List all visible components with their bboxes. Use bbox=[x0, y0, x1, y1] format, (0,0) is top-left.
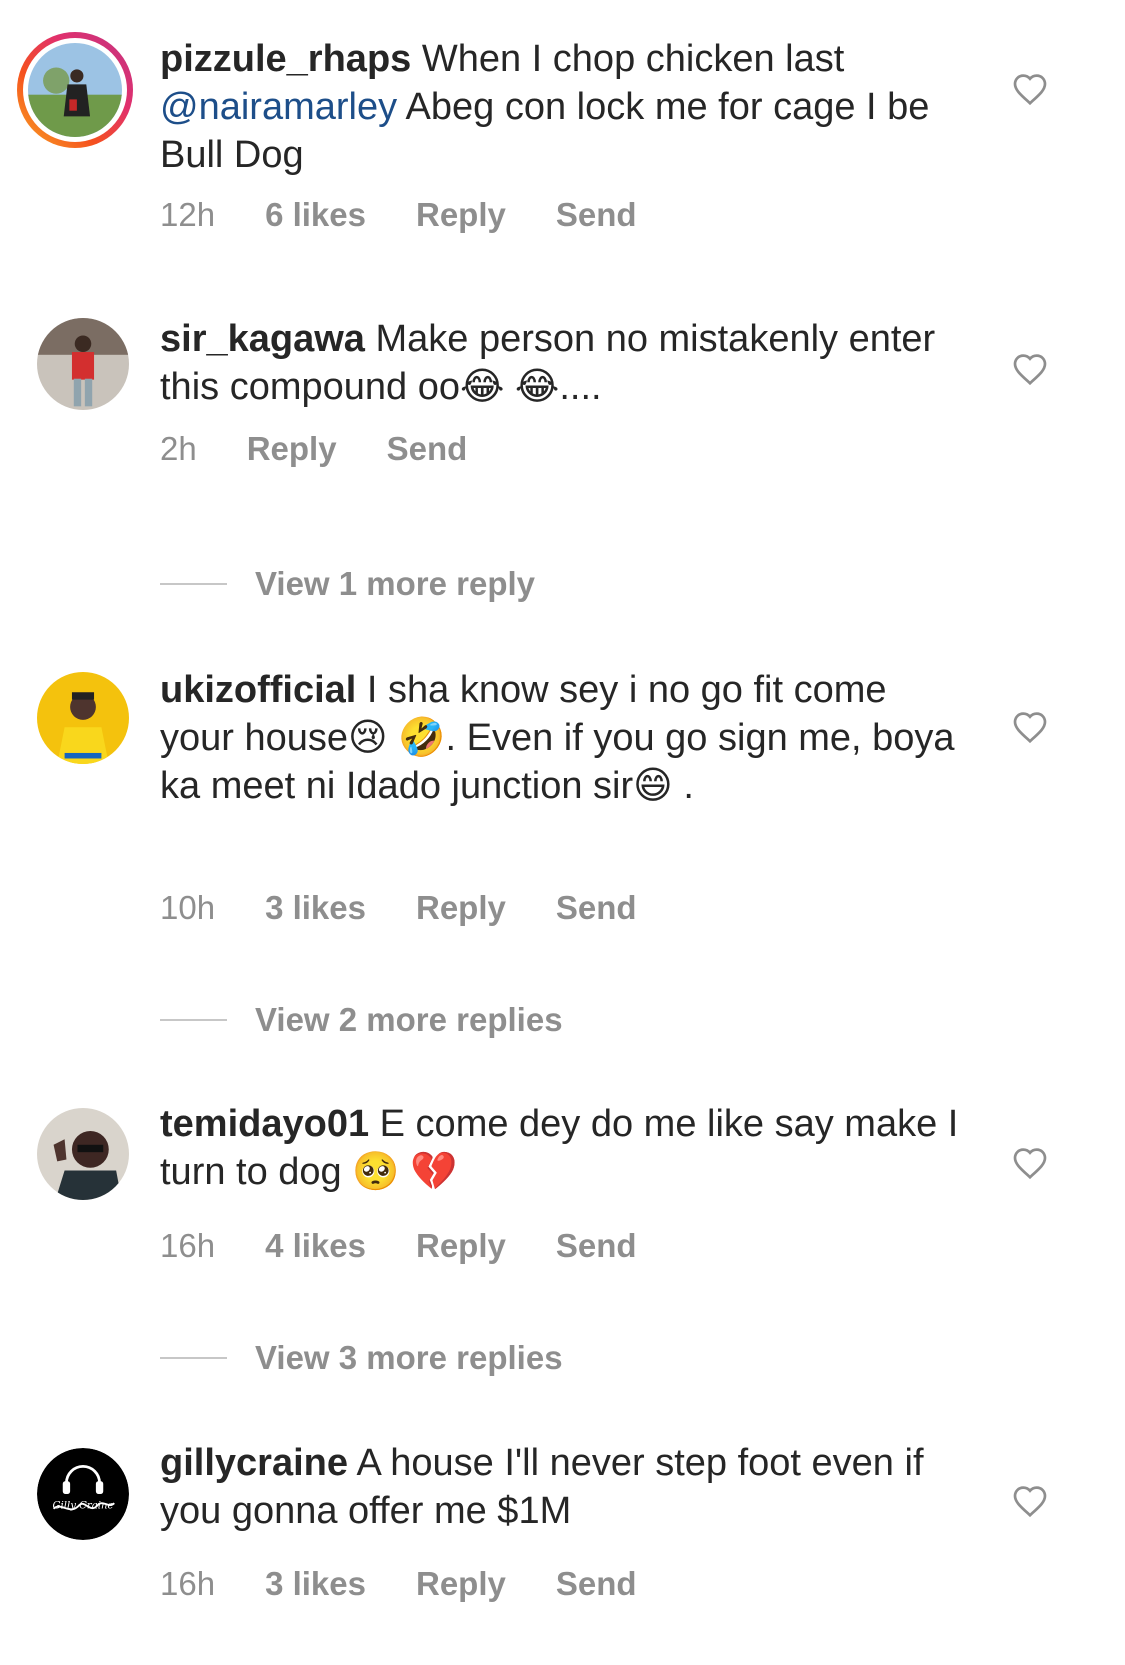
comment-meta: 16h 4 likes Reply Send bbox=[160, 1226, 687, 1266]
reply-button[interactable]: Reply bbox=[416, 1564, 506, 1604]
comment-username[interactable]: pizzule_rhaps bbox=[160, 38, 411, 80]
comment-time: 2h bbox=[160, 430, 197, 467]
divider-line bbox=[160, 1357, 227, 1359]
comment-time: 16h bbox=[160, 1565, 216, 1602]
mention-link[interactable]: @nairamarley bbox=[160, 86, 397, 128]
reply-button[interactable]: Reply bbox=[416, 888, 506, 928]
heart-outline-icon[interactable] bbox=[1012, 1484, 1048, 1518]
comment-username[interactable]: sir_kagawa bbox=[160, 318, 365, 360]
avatar-photo bbox=[37, 318, 129, 410]
avatar[interactable] bbox=[37, 672, 129, 764]
heart-outline-icon[interactable] bbox=[1012, 1146, 1048, 1180]
heart-outline-icon[interactable] bbox=[1012, 352, 1048, 386]
comment-meta: 16h 3 likes Reply Send bbox=[160, 1564, 687, 1604]
comment-text: sir_kagawa Make person no mistakenly ent… bbox=[160, 318, 946, 408]
comment-meta: 10h 3 likes Reply Send bbox=[160, 888, 687, 928]
divider-line bbox=[160, 1019, 227, 1021]
comment-text: ukizofficial I sha know sey i no go fit … bbox=[160, 669, 966, 807]
send-button[interactable]: Send bbox=[556, 1564, 637, 1604]
view-more-replies[interactable]: View 1 more reply bbox=[160, 564, 535, 604]
comment-text: pizzule_rhaps When I chop chicken last @… bbox=[160, 38, 940, 176]
likes-count[interactable]: 3 likes bbox=[265, 1564, 366, 1604]
avatar[interactable] bbox=[37, 1108, 129, 1200]
svg-text:Gilly Craine: Gilly Craine bbox=[52, 1501, 113, 1512]
comment-meta: 12h 6 likes Reply Send bbox=[160, 195, 687, 235]
view-more-replies[interactable]: View 3 more replies bbox=[160, 1338, 563, 1378]
avatar[interactable]: Gilly Craine bbox=[37, 1448, 129, 1540]
avatar-photo bbox=[37, 1108, 129, 1200]
send-button[interactable]: Send bbox=[556, 195, 637, 235]
reply-button[interactable]: Reply bbox=[416, 1226, 506, 1266]
comment-text: gillycraine A house I'll never step foot… bbox=[160, 1442, 935, 1532]
avatar-photo bbox=[37, 672, 129, 764]
reply-button[interactable]: Reply bbox=[416, 195, 506, 235]
avatar[interactable] bbox=[37, 318, 129, 410]
avatar-photo bbox=[28, 43, 122, 137]
send-button[interactable]: Send bbox=[387, 429, 468, 469]
comment-username[interactable]: ukizofficial bbox=[160, 669, 356, 711]
avatar-story-ring[interactable] bbox=[17, 32, 133, 148]
comment-meta: 2h Reply Send bbox=[160, 429, 517, 469]
comment-text: temidayo01 E come dey do me like say mak… bbox=[160, 1103, 969, 1193]
send-button[interactable]: Send bbox=[556, 1226, 637, 1266]
comment-time: 12h bbox=[160, 196, 216, 233]
send-button[interactable]: Send bbox=[556, 888, 637, 928]
heart-outline-icon[interactable] bbox=[1012, 72, 1048, 106]
comment-time: 10h bbox=[160, 889, 216, 926]
likes-count[interactable]: 6 likes bbox=[265, 195, 366, 235]
avatar-logo: Gilly Craine bbox=[37, 1448, 129, 1540]
comment-time: 16h bbox=[160, 1227, 216, 1264]
likes-count[interactable]: 4 likes bbox=[265, 1226, 366, 1266]
comment-username[interactable]: temidayo01 bbox=[160, 1103, 369, 1145]
divider-line bbox=[160, 583, 227, 585]
likes-count[interactable]: 3 likes bbox=[265, 888, 366, 928]
reply-button[interactable]: Reply bbox=[247, 429, 337, 469]
heart-outline-icon[interactable] bbox=[1012, 710, 1048, 744]
view-more-replies[interactable]: View 2 more replies bbox=[160, 1000, 563, 1040]
comment-username[interactable]: gillycraine bbox=[160, 1442, 348, 1484]
